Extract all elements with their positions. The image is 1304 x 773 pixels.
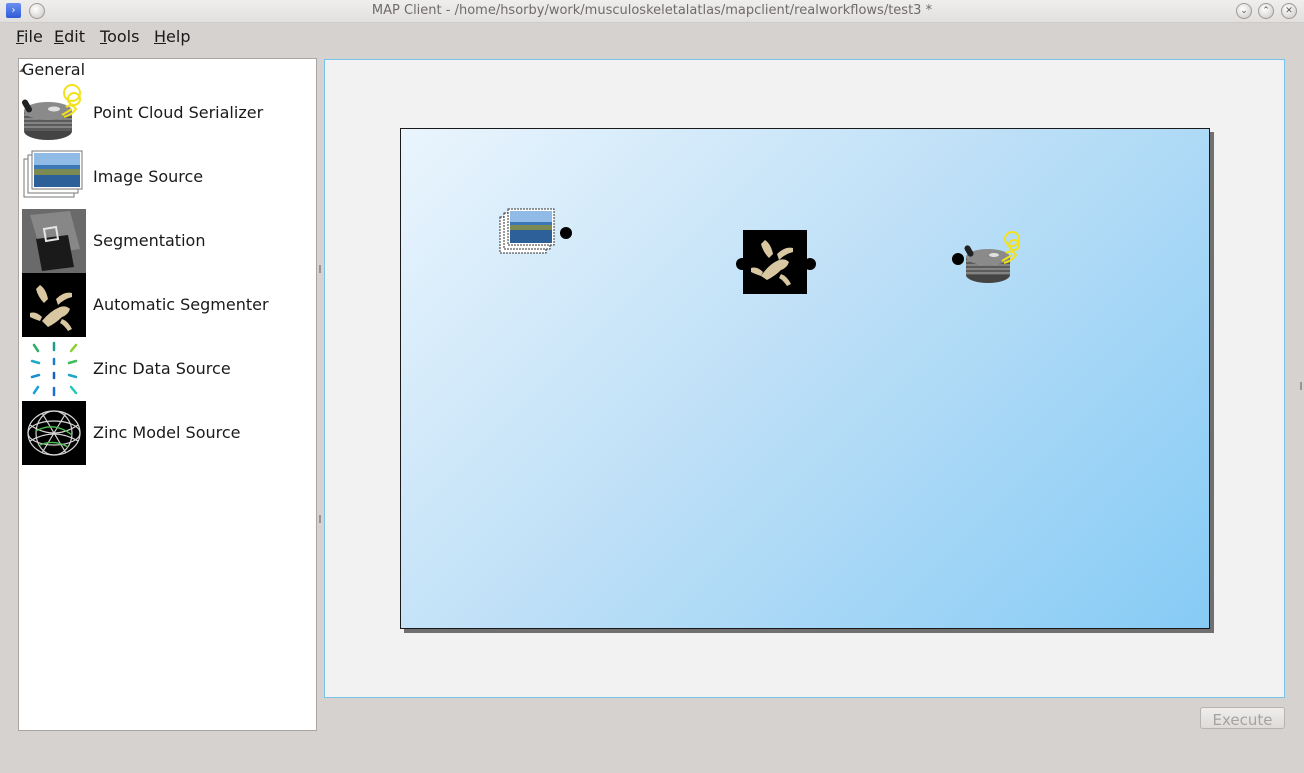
palette-step-automatic-segmenter[interactable]: Automatic Segmenter <box>22 273 312 337</box>
window-titlebar[interactable]: › MAP Client - /home/hsorby/work/musculo… <box>0 0 1304 23</box>
workflow-node-image-source[interactable] <box>499 207 572 259</box>
splitter-handle[interactable] <box>1300 382 1302 390</box>
menu-tools[interactable]: Tools <box>100 27 139 46</box>
image-stack-icon <box>23 150 83 198</box>
group-label-general[interactable]: General <box>22 60 85 79</box>
splitter-handle[interactable] <box>319 265 321 273</box>
hard-drive-icon <box>22 84 81 140</box>
step-label: Automatic Segmenter <box>93 295 269 314</box>
segmentation-icon <box>22 209 86 273</box>
palette-step-image-source[interactable]: Image Source <box>22 145 312 209</box>
palette-step-point-cloud-serializer[interactable]: Point Cloud Serializer <box>22 81 312 145</box>
step-label: Point Cloud Serializer <box>93 103 264 122</box>
menubar: File Edit Tools Help <box>0 23 1304 49</box>
workflow-node-point-cloud-serializer[interactable] <box>952 229 1032 291</box>
output-port[interactable] <box>560 227 572 239</box>
palette-step-zinc-data-source[interactable]: Zinc Data Source <box>22 337 312 401</box>
mesh-icon <box>22 401 86 465</box>
step-label: Zinc Model Source <box>93 423 241 442</box>
step-label: Zinc Data Source <box>93 359 231 378</box>
step-palette[interactable]: ◢ General Point Cloud Serializer Image S… <box>18 58 317 731</box>
minimize-icon[interactable]: ⌄ <box>1236 3 1252 19</box>
menu-file[interactable]: File <box>16 27 43 46</box>
output-port[interactable] <box>804 258 816 270</box>
step-label: Image Source <box>93 167 204 186</box>
window-title: MAP Client - /home/hsorby/work/musculosk… <box>371 3 933 18</box>
palette-step-zinc-model-source[interactable]: Zinc Model Source <box>22 401 312 465</box>
hard-drive-icon <box>964 231 1020 283</box>
menu-edit[interactable]: Edit <box>54 27 85 46</box>
bone-icon <box>743 230 807 294</box>
bone-icon <box>22 273 86 337</box>
image-stack-icon <box>499 208 555 254</box>
step-label: Segmentation <box>93 231 206 250</box>
execute-button[interactable]: Execute <box>1200 707 1285 729</box>
palette-step-segmentation[interactable]: Segmentation <box>22 209 312 273</box>
close-icon[interactable]: ✕ <box>1281 3 1297 19</box>
menu-help[interactable]: Help <box>154 27 190 46</box>
maximize-icon[interactable]: ⌃ <box>1258 3 1274 19</box>
workflow-canvas[interactable] <box>400 128 1210 629</box>
splitter-handle[interactable] <box>319 515 321 523</box>
vector-field-icon <box>30 341 78 397</box>
workflow-node-automatic-segmenter[interactable] <box>736 229 816 295</box>
